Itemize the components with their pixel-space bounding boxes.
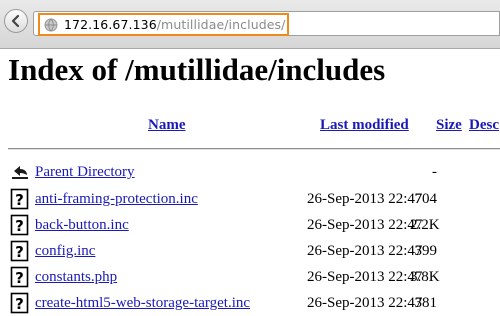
unknown-file-icon: ? xyxy=(10,214,29,236)
file-link[interactable]: constants.php xyxy=(35,269,117,286)
table-row: ? anti-framing-protection.inc 26-Sep-201… xyxy=(0,188,500,212)
table-row-parent-directory: Parent Directory - xyxy=(0,161,500,185)
file-size: 399 xyxy=(414,243,438,259)
header-divider xyxy=(8,148,500,150)
url-host: 172.16.67.136 xyxy=(64,17,157,32)
file-size: 2.2K xyxy=(410,217,440,233)
url-text[interactable]: 172.16.67.136/mutillidae/includes/ xyxy=(64,17,285,32)
parent-directory-icon xyxy=(12,166,28,179)
svg-text:?: ? xyxy=(15,243,24,261)
file-link[interactable]: config.inc xyxy=(35,243,95,260)
svg-text:?: ? xyxy=(15,269,24,287)
svg-text:?: ? xyxy=(15,217,24,235)
column-header-description[interactable]: Desc xyxy=(469,117,499,134)
file-link[interactable]: back-button.inc xyxy=(35,217,129,234)
file-size: 3.8K xyxy=(410,269,440,285)
column-header-size[interactable]: Size xyxy=(436,117,462,134)
back-arrow-icon xyxy=(11,14,20,28)
back-button[interactable] xyxy=(4,9,28,33)
table-row: ? create-html5-web-storage-target.inc 26… xyxy=(0,292,500,316)
file-modified: 26-Sep-2013 22:47 xyxy=(307,243,423,259)
column-header-last-modified[interactable]: Last modified xyxy=(320,117,409,134)
file-modified: 26-Sep-2013 22:47 xyxy=(307,269,423,285)
parent-directory-link[interactable]: Parent Directory xyxy=(35,164,135,181)
unknown-file-icon: ? xyxy=(10,240,29,262)
globe-icon xyxy=(44,18,58,31)
column-header-name[interactable]: Name xyxy=(148,117,186,134)
unknown-file-icon: ? xyxy=(10,266,29,288)
table-row: ? back-button.inc 26-Sep-2013 22:47 2.2K xyxy=(0,214,500,238)
browser-toolbar: 172.16.67.136/mutillidae/includes/ xyxy=(0,0,500,49)
table-row: ? constants.php 26-Sep-2013 22:47 3.8K xyxy=(0,266,500,290)
file-size: 381 xyxy=(414,295,438,311)
page-title: Index of /mutillidae/includes xyxy=(8,52,386,87)
unknown-file-icon: ? xyxy=(10,188,29,210)
svg-text:?: ? xyxy=(15,295,24,313)
url-highlight-box[interactable]: 172.16.67.136/mutillidae/includes/ xyxy=(38,13,289,36)
parent-directory-size: - xyxy=(432,164,437,180)
file-link[interactable]: create-html5-web-storage-target.inc xyxy=(35,295,250,312)
file-modified: 26-Sep-2013 22:47 xyxy=(307,217,423,233)
file-size: 704 xyxy=(414,191,438,207)
unknown-file-icon: ? xyxy=(10,292,29,314)
table-row: ? config.inc 26-Sep-2013 22:47 399 xyxy=(0,240,500,264)
file-modified: 26-Sep-2013 22:47 xyxy=(307,295,423,311)
svg-text:?: ? xyxy=(15,191,24,209)
file-link[interactable]: anti-framing-protection.inc xyxy=(35,191,198,208)
file-modified: 26-Sep-2013 22:47 xyxy=(307,191,423,207)
url-path: /mutillidae/includes/ xyxy=(156,17,286,32)
